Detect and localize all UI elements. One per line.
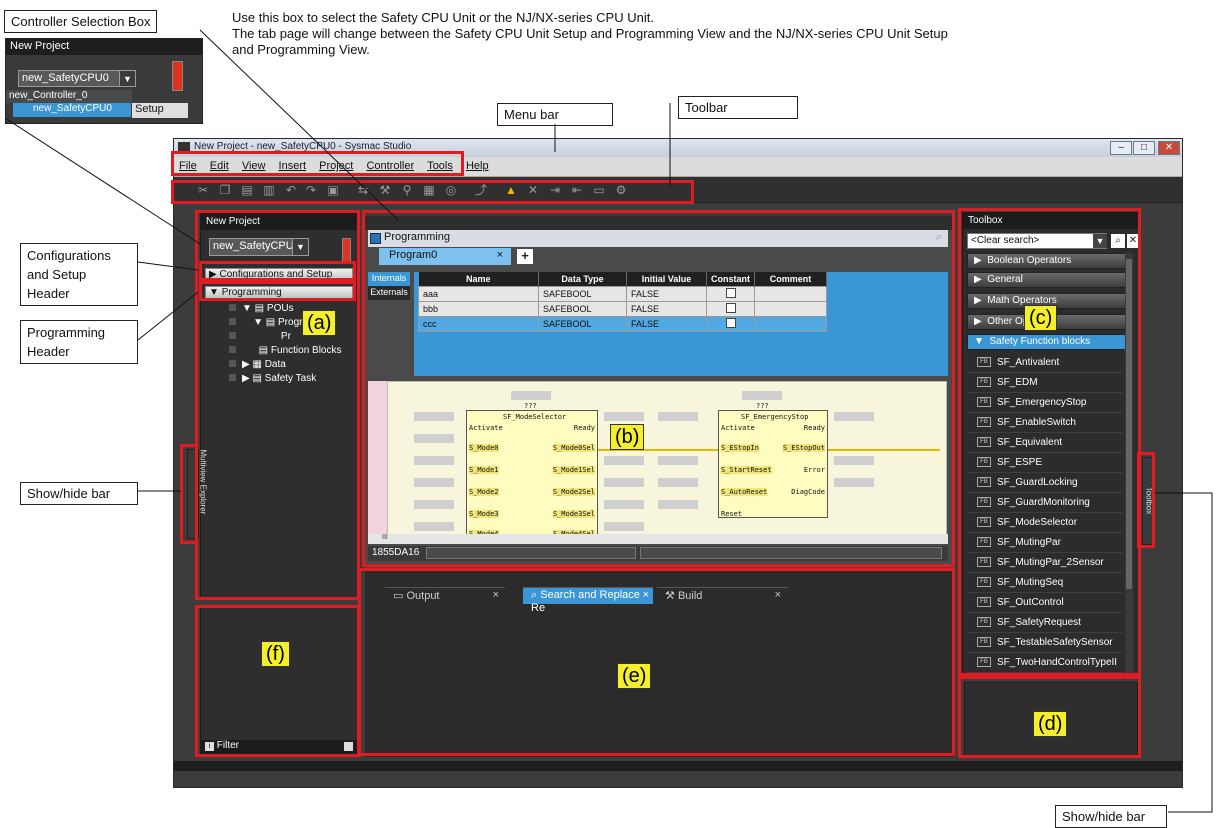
leader-lines <box>4 29 1213 813</box>
